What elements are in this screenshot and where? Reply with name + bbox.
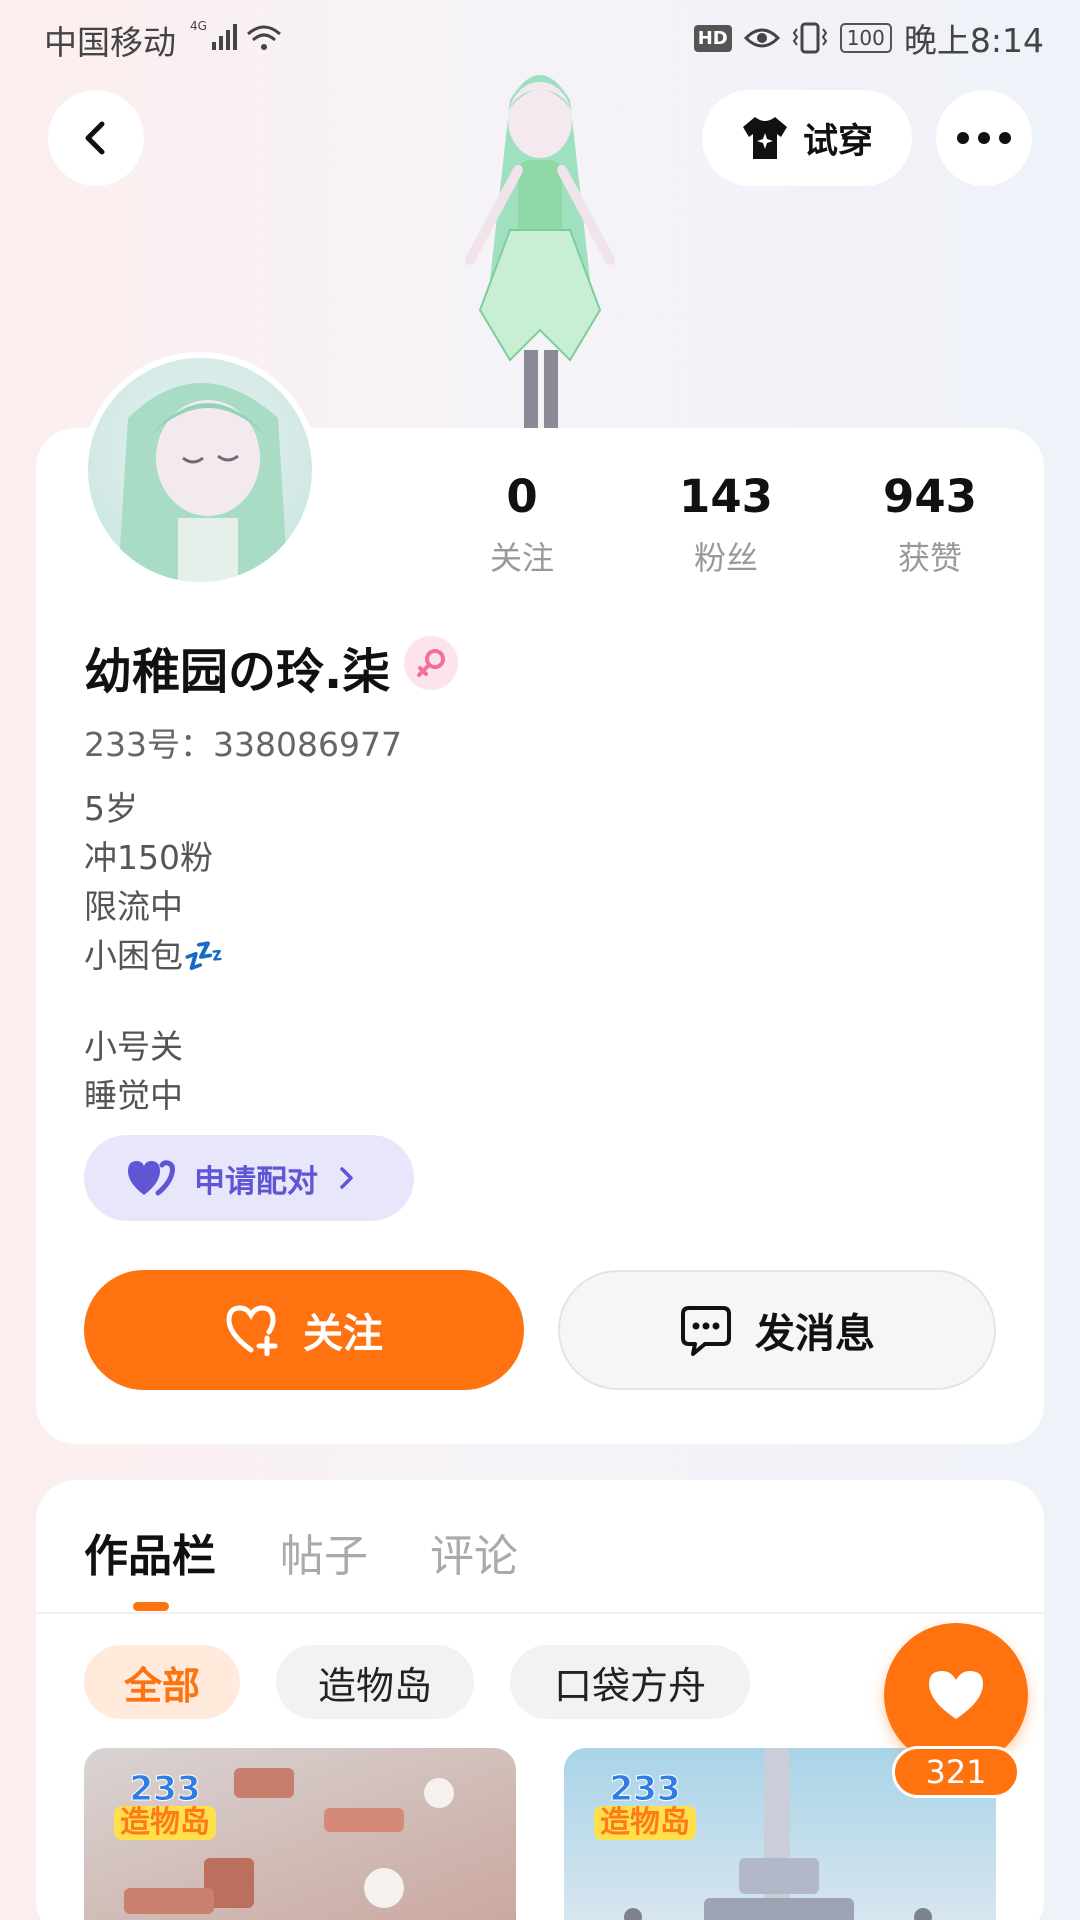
active-tab-indicator (133, 1602, 169, 1611)
bio-line: 5岁 (84, 789, 138, 828)
chevron-left-icon (85, 121, 105, 155)
username: 幼稚园の玲.柒 (84, 644, 391, 700)
chevron-right-icon (340, 1167, 353, 1189)
stat-label: 获赞 (897, 539, 962, 577)
clock: 晚上8:14 (903, 21, 1044, 60)
carrier-label: 中国移动 (44, 23, 176, 62)
stat-label: 关注 (489, 539, 554, 577)
try-on-label: 试穿 (802, 121, 873, 162)
creation-island-logo: 233 造物岛 (114, 1772, 216, 1840)
follow-label: 关注 (303, 1311, 383, 1357)
tab-divider (36, 1612, 1044, 1614)
send-message-button[interactable]: 发消息 (558, 1270, 996, 1390)
stat-likes[interactable]: 943 获赞 (840, 470, 1020, 579)
female-symbol-icon (417, 649, 445, 677)
user-id: 233号：338086977 (84, 725, 402, 764)
signal-wifi-icon: 4G (190, 19, 281, 50)
tab-comments[interactable]: 评论 (430, 1520, 518, 1584)
filter-pocket-ark[interactable]: 口袋方舟 (510, 1645, 750, 1719)
vibrate-icon (792, 22, 827, 54)
tshirt-icon (742, 117, 787, 159)
follow-button[interactable]: 关注 (84, 1270, 524, 1390)
stat-value: 143 (679, 470, 773, 523)
bio-line: 睡觉中 (84, 1076, 183, 1115)
heart-icon (929, 1671, 983, 1719)
request-pair-button[interactable]: 申请配对 (84, 1135, 414, 1221)
bio-line: 小困包💤 (84, 936, 225, 975)
hd-icon: HD (693, 24, 732, 52)
back-button[interactable] (48, 90, 144, 186)
work-thumbnail[interactable]: 233 造物岛 (84, 1748, 516, 1920)
stat-fans[interactable]: 143 粉丝 (636, 470, 816, 579)
bio-line: 冲150粉 (84, 838, 213, 877)
double-heart-icon (128, 1160, 175, 1196)
tab-works[interactable]: 作品栏 (84, 1520, 216, 1584)
creation-island-logo: 233 造物岛 (594, 1772, 696, 1840)
request-pair-label: 申请配对 (194, 1163, 318, 1200)
stat-following[interactable]: 0 关注 (432, 470, 612, 579)
avatar-3d-figure[interactable] (440, 60, 640, 430)
bio-line: 小号关 (84, 1027, 183, 1066)
svg-text:4G: 4G (190, 19, 207, 33)
filter-creation-island[interactable]: 造物岛 (276, 1645, 474, 1719)
female-gender-icon (404, 636, 458, 690)
stat-value: 0 (506, 470, 538, 523)
eye-icon (743, 28, 780, 48)
like-count-badge: 321 (892, 1746, 1020, 1798)
avatar-illustration (118, 383, 288, 582)
tab-posts[interactable]: 帖子 (280, 1520, 368, 1584)
stat-label: 粉丝 (693, 539, 758, 577)
more-dots-icon (957, 132, 1011, 144)
stat-value: 943 (883, 470, 977, 523)
avatar[interactable] (82, 352, 318, 588)
heart-plus-icon (226, 1305, 278, 1356)
battery-icon: 100 (839, 23, 892, 53)
chat-bubble-icon (681, 1306, 731, 1356)
send-message-label: 发消息 (755, 1311, 875, 1357)
more-options-button[interactable] (936, 90, 1032, 186)
bio-line: 限流中 (84, 887, 183, 926)
filter-all[interactable]: 全部 (84, 1645, 240, 1719)
try-on-button[interactable]: 试穿 (702, 90, 912, 186)
bio: 5岁 冲150粉 限流中 小困包💤 小号关 睡觉中 (84, 784, 224, 1120)
